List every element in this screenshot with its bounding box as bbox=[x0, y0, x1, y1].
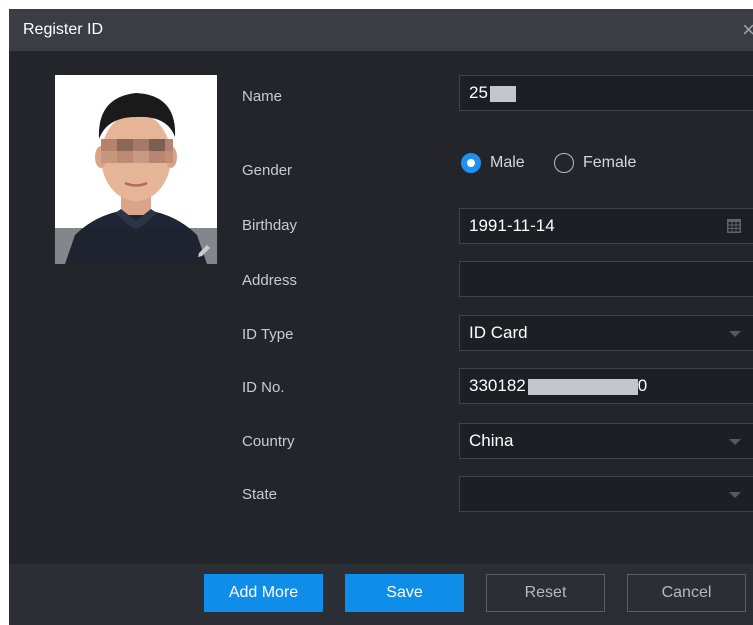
country-label: Country bbox=[242, 433, 295, 450]
save-button[interactable]: Save bbox=[345, 574, 464, 612]
country-select[interactable]: China bbox=[459, 423, 753, 459]
radio-unchecked-icon bbox=[554, 153, 574, 173]
add-more-button[interactable]: Add More bbox=[204, 574, 323, 612]
register-id-dialog: Register ID × Name Gender Birthday Addre… bbox=[9, 9, 753, 625]
gender-male-radio[interactable]: Male bbox=[461, 153, 525, 173]
birthday-value: 1991-11-14 bbox=[469, 216, 555, 235]
id-no-value-suffix: 0 bbox=[637, 376, 648, 395]
name-value: 25 bbox=[469, 83, 488, 102]
redaction-mask bbox=[489, 85, 516, 102]
id-no-input[interactable]: 330182 0 bbox=[459, 368, 753, 404]
birthday-input[interactable]: 1991-11-14 bbox=[459, 208, 753, 244]
state-select[interactable] bbox=[459, 476, 753, 512]
birthday-label: Birthday bbox=[242, 217, 298, 234]
id-no-label: ID No. bbox=[242, 379, 285, 396]
state-label: State bbox=[242, 486, 278, 503]
photo-edit-overlay bbox=[55, 228, 217, 264]
name-input[interactable]: 25 bbox=[459, 75, 753, 111]
redaction-mask bbox=[527, 378, 638, 395]
gender-female-label: Female bbox=[583, 154, 637, 171]
dialog-title: Register ID bbox=[23, 21, 104, 38]
name-label: Name bbox=[242, 88, 283, 105]
id-no-value-prefix: 330182 bbox=[469, 376, 526, 395]
id-type-label: ID Type bbox=[242, 326, 294, 343]
cancel-button[interactable]: Cancel bbox=[627, 574, 746, 612]
reset-button[interactable]: Reset bbox=[486, 574, 605, 612]
id-photo[interactable] bbox=[55, 75, 217, 264]
edit-pencil-icon[interactable] bbox=[195, 242, 213, 260]
address-label: Address bbox=[242, 272, 298, 289]
dialog-titlebar: Register ID × bbox=[9, 9, 753, 51]
chevron-down-icon bbox=[729, 439, 741, 445]
gender-male-label: Male bbox=[490, 154, 525, 171]
close-icon[interactable]: × bbox=[742, 17, 753, 43]
id-type-select[interactable]: ID Card bbox=[459, 315, 753, 351]
radio-checked-icon bbox=[461, 153, 481, 173]
id-type-value: ID Card bbox=[469, 323, 528, 342]
chevron-down-icon bbox=[729, 492, 741, 498]
address-input[interactable] bbox=[459, 261, 753, 297]
chevron-down-icon bbox=[729, 331, 741, 337]
gender-female-radio[interactable]: Female bbox=[554, 153, 636, 173]
gender-label: Gender bbox=[242, 162, 293, 179]
country-value: China bbox=[469, 431, 514, 450]
calendar-icon[interactable] bbox=[727, 219, 741, 233]
